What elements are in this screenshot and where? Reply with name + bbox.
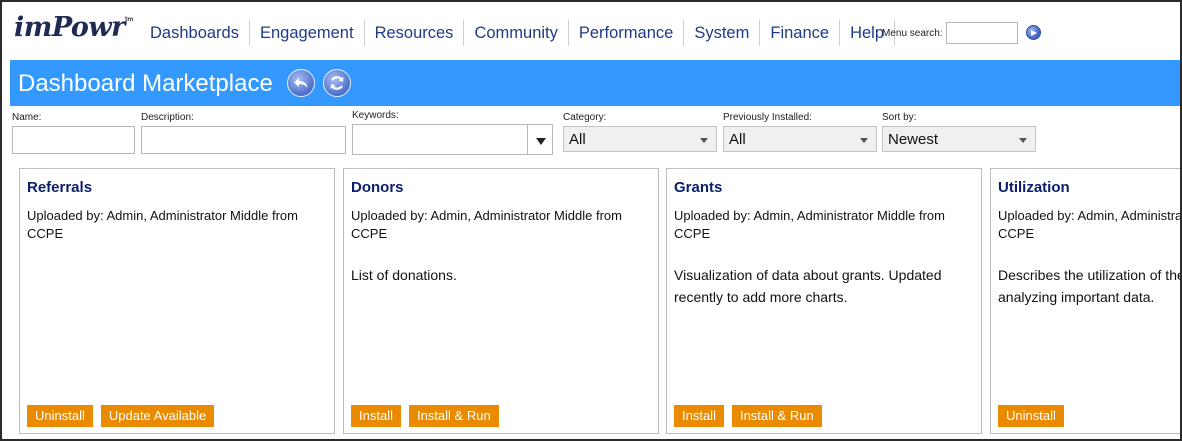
name-input[interactable]	[12, 126, 135, 154]
card-uploader: Uploaded by: Admin, Administrator Middle…	[998, 208, 1182, 241]
menu-search-input[interactable]	[945, 22, 1018, 44]
card-title[interactable]: Utilization	[998, 179, 1070, 196]
filter-sort: Sort by: Newest	[882, 112, 1036, 152]
keywords-dropdown-button[interactable]	[527, 124, 553, 155]
refresh-icon	[330, 76, 344, 90]
install-button[interactable]: Install	[674, 405, 724, 427]
menu-search: Menu search:	[882, 22, 1018, 44]
card-actions: Install Install & Run	[674, 405, 822, 427]
menu-item-dashboards[interactable]: Dashboards	[140, 20, 250, 46]
keywords-input[interactable]	[352, 124, 527, 155]
filter-name-label: Name:	[12, 112, 42, 123]
logo-tm: tm	[124, 16, 134, 23]
install-button[interactable]: Install	[351, 405, 401, 427]
card-actions: Install Install & Run	[351, 405, 499, 427]
install-and-run-button[interactable]: Install & Run	[731, 405, 822, 427]
page-title: Dashboard Marketplace	[18, 70, 273, 97]
menu-search-label: Menu search:	[882, 27, 943, 39]
update-available-button[interactable]: Update Available	[100, 405, 215, 427]
category-select-value: All	[569, 131, 586, 148]
category-select[interactable]: All	[563, 126, 717, 152]
dashboard-card-grants: Grants Uploaded by: Admin, Administrator…	[666, 168, 982, 434]
card-title[interactable]: Grants	[674, 179, 722, 196]
filter-keywords: Keywords:	[352, 110, 553, 155]
installed-select[interactable]: All	[723, 126, 877, 152]
dashboard-card-donors: Donors Uploaded by: Admin, Administrator…	[343, 168, 659, 434]
card-uploader: Uploaded by: Admin, Administrator Middle…	[674, 208, 945, 241]
main-menu: Dashboards Engagement Resources Communit…	[140, 20, 895, 46]
uninstall-button[interactable]: Uninstall	[27, 405, 93, 427]
filter-description-label: Description:	[141, 112, 194, 123]
menu-item-system[interactable]: System	[684, 20, 761, 46]
card-description: Visualization of data about grants. Upda…	[674, 267, 942, 305]
menu-search-go-icon[interactable]	[1026, 25, 1041, 40]
chevron-down-icon	[860, 138, 868, 143]
sort-select-value: Newest	[888, 131, 939, 148]
card-description: List of donations.	[351, 267, 457, 283]
install-and-run-button[interactable]: Install & Run	[408, 405, 499, 427]
chevron-down-icon	[700, 138, 708, 143]
logo-text: imPowr	[14, 12, 125, 43]
installed-select-value: All	[729, 131, 746, 148]
card-uploader: Uploaded by: Admin, Administrator Middle…	[27, 208, 298, 241]
description-input[interactable]	[141, 126, 346, 154]
card-uploader: Uploaded by: Admin, Administrator Middle…	[351, 208, 622, 241]
menu-item-finance[interactable]: Finance	[760, 20, 841, 46]
filter-name: Name:	[12, 112, 135, 154]
back-button[interactable]	[287, 69, 315, 97]
filter-category-label: Category:	[563, 112, 607, 123]
card-title[interactable]: Donors	[351, 179, 404, 196]
filter-keywords-label: Keywords:	[352, 110, 399, 121]
card-actions: Uninstall Update Available	[27, 405, 215, 427]
refresh-button[interactable]	[323, 69, 351, 97]
dashboard-card-utilization: Utilization Uploaded by: Admin, Administ…	[990, 168, 1182, 434]
menu-item-community[interactable]: Community	[464, 20, 569, 46]
top-nav: imPowrtm Dashboards Engagement Resources…	[2, 2, 1180, 60]
filter-description: Description:	[141, 112, 346, 154]
filter-category: Category: All	[563, 112, 717, 152]
menu-item-performance[interactable]: Performance	[569, 20, 685, 46]
chevron-down-icon	[1019, 138, 1027, 143]
card-actions: Uninstall	[998, 405, 1064, 427]
card-description: Describes the utilization of the Provide…	[998, 267, 1180, 305]
filter-previously-installed: Previously Installed: All	[723, 112, 877, 152]
filter-installed-label: Previously Installed:	[723, 112, 812, 123]
title-bar: Dashboard Marketplace	[10, 60, 1180, 106]
uninstall-button[interactable]: Uninstall	[998, 405, 1064, 427]
app-window: imPowrtm Dashboards Engagement Resources…	[0, 0, 1182, 441]
menu-item-resources[interactable]: Resources	[365, 20, 465, 46]
menu-item-engagement[interactable]: Engagement	[250, 20, 365, 46]
filter-sort-label: Sort by:	[882, 112, 917, 123]
sort-select[interactable]: Newest	[882, 126, 1036, 152]
card-title[interactable]: Referrals	[27, 179, 92, 196]
logo[interactable]: imPowrtm	[14, 12, 134, 43]
back-arrow-icon	[294, 78, 308, 88]
dashboard-card-referrals: Referrals Uploaded by: Admin, Administra…	[19, 168, 335, 434]
